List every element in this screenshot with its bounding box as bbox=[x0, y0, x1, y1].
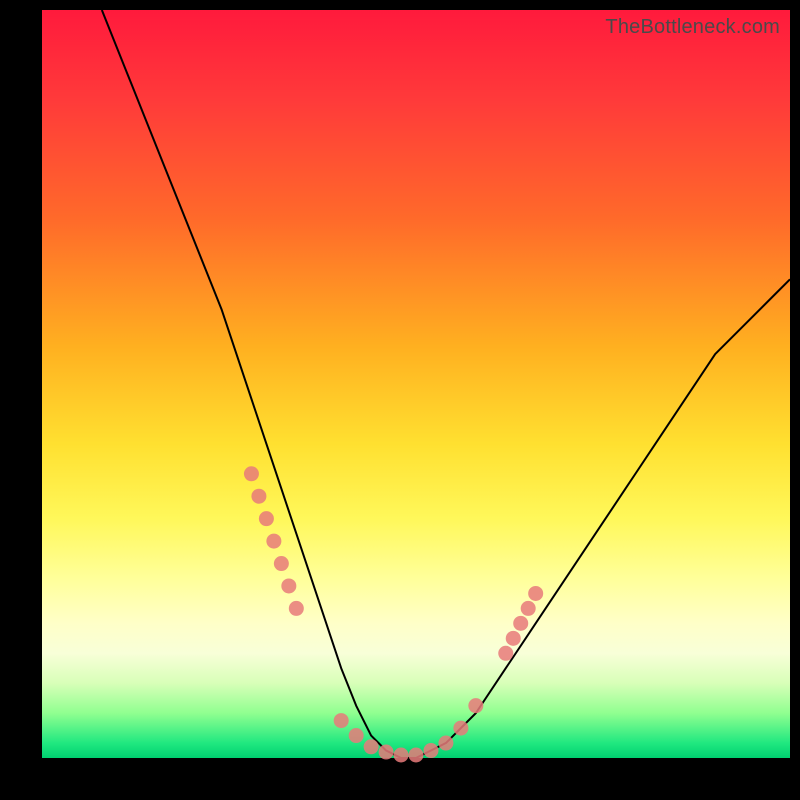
chart-svg bbox=[42, 10, 790, 758]
chart-frame: TheBottleneck.com bbox=[0, 0, 800, 800]
curve-path bbox=[102, 10, 790, 758]
bottleneck-curve bbox=[102, 10, 790, 758]
data-point bbox=[334, 713, 349, 728]
data-point bbox=[513, 616, 528, 631]
data-point bbox=[394, 748, 409, 763]
data-point bbox=[409, 748, 424, 763]
data-point bbox=[244, 466, 259, 481]
data-point bbox=[379, 745, 394, 760]
data-point bbox=[266, 534, 281, 549]
data-point bbox=[453, 721, 468, 736]
data-point bbox=[468, 698, 483, 713]
data-point bbox=[349, 728, 364, 743]
data-point bbox=[438, 736, 453, 751]
data-point bbox=[259, 511, 274, 526]
data-point bbox=[289, 601, 304, 616]
plot-area: TheBottleneck.com bbox=[42, 10, 790, 758]
data-point bbox=[506, 631, 521, 646]
data-point bbox=[423, 743, 438, 758]
data-point bbox=[521, 601, 536, 616]
data-point bbox=[251, 489, 266, 504]
data-point bbox=[364, 739, 379, 754]
data-point bbox=[528, 586, 543, 601]
data-point bbox=[498, 646, 513, 661]
data-point bbox=[274, 556, 289, 571]
data-point bbox=[281, 578, 296, 593]
